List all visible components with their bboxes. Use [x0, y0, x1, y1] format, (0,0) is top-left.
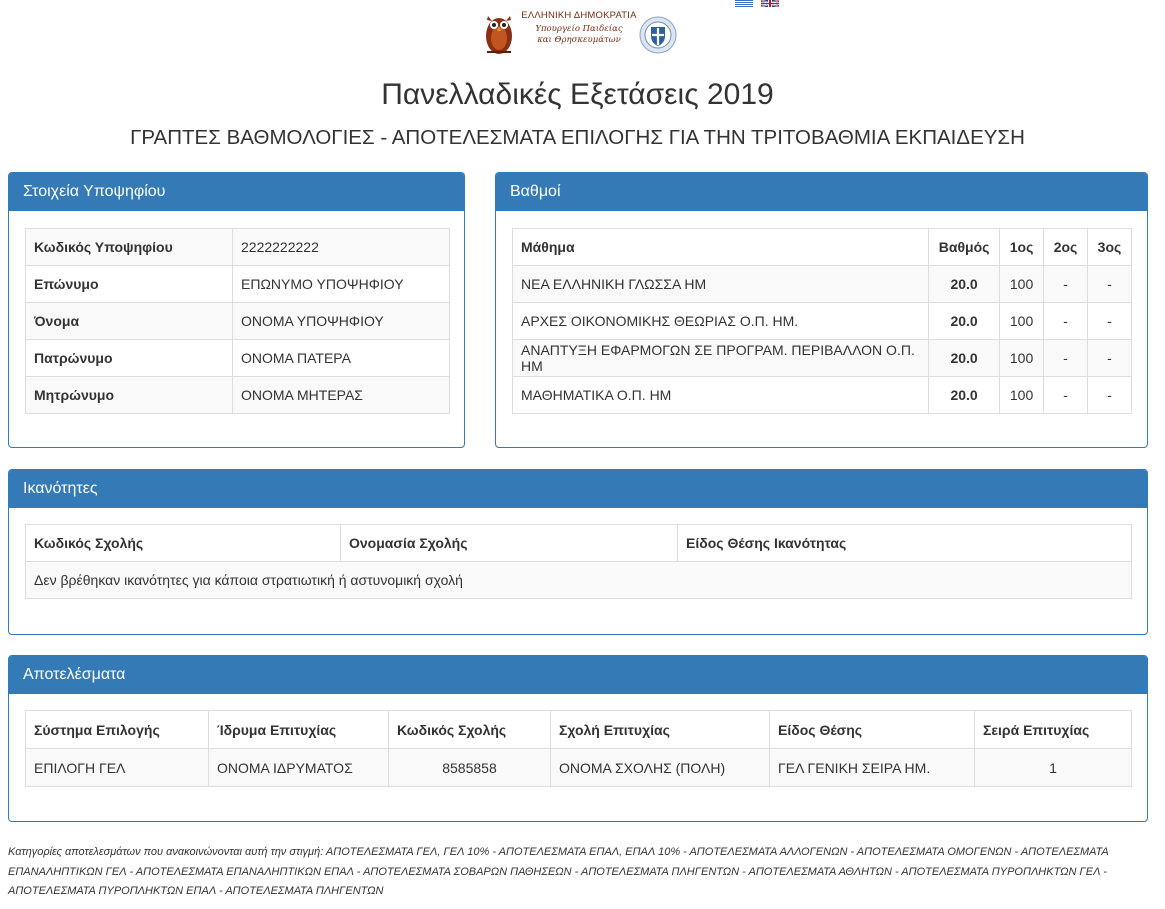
candidate-field-value: ΟΝΟΜΑ ΜΗΤΕΡΑΣ	[232, 376, 450, 414]
grade-first: 100	[999, 376, 1045, 414]
results-col-school: Σχολή Επιτυχίας	[550, 710, 770, 749]
grade-subject: ΑΝΑΠΤΥΞΗ ΕΦΑΡΜΟΓΩΝ ΣΕ ΠΡΟΓΡΑΜ. ΠΕΡΙΒΑΛΛΟ…	[511, 339, 930, 377]
greek-flag-icon[interactable]	[735, 0, 753, 7]
results-panel: Αποτελέσματα Σύστημα Επιλογής Ίδρυμα Επι…	[8, 655, 1148, 822]
candidate-field-label: Μητρώνυμο	[25, 376, 233, 414]
candidate-field-label: Κωδικός Υποψηφίου	[25, 228, 233, 266]
abilities-table: Κωδικός Σχολής Ονομασία Σχολής Είδος Θέσ…	[25, 524, 1132, 599]
results-col-system: Σύστημα Επιλογής	[25, 710, 209, 749]
logo-line-2: Υπουργείο Παιδείας	[535, 24, 623, 34]
candidate-field-value: ΕΠΩΝΥΜΟ ΥΠΟΨΗΦΙΟΥ	[232, 265, 450, 303]
result-school: ΟΝΟΜΑ ΣΧΟΛΗΣ (ΠΟΛΗ)	[550, 748, 770, 787]
candidate-row: Μητρώνυμο ΟΝΟΜΑ ΜΗΤΕΡΑΣ	[25, 376, 450, 414]
grade-value: 20.0	[928, 376, 1001, 414]
results-categories-note: Κατηγορίες αποτελεσμάτων που ανακοινώνον…	[8, 846, 1109, 897]
top-bar: ΕΛΛΗΝΙΚΗ ΔΗΜΟΚΡΑΤΙΑ Υπουργείο Παιδείας κ…	[0, 0, 1165, 60]
logo-line-1: ΕΛΛΗΝΙΚΗ ΔΗΜΟΚΡΑΤΙΑ	[521, 10, 637, 21]
candidate-row: Πατρώνυμο ΟΝΟΜΑ ΠΑΤΕΡΑ	[25, 339, 450, 377]
page-title: Πανελλαδικές Εξετάσεις 2019	[381, 78, 774, 111]
result-system: ΕΠΙΛΟΓΗ ΓΕΛ	[25, 748, 209, 787]
abilities-col-code: Κωδικός Σχολής	[25, 524, 341, 562]
grade-third: -	[1086, 265, 1133, 303]
candidate-field-label: Επώνυμο	[25, 265, 233, 303]
grade-value: 20.0	[928, 302, 1001, 340]
results-col-institution: Ίδρυμα Επιτυχίας	[208, 710, 389, 749]
grades-row: ΜΑΘΗΜΑΤΙΚΑ Ο.Π. ΗΜ 20.0 100- -	[511, 376, 1133, 414]
grade-third: -	[1086, 376, 1133, 414]
logo-line-3: και Θρησκευμάτων	[537, 35, 621, 45]
candidate-field-value: ΟΝΟΜΑ ΠΑΤΕΡΑ	[232, 339, 450, 377]
candidate-row: Όνομα ΟΝΟΜΑ ΥΠΟΨΗΦΙΟΥ	[25, 302, 450, 340]
results-col-code: Κωδικός Σχολής	[388, 710, 551, 749]
grade-first: 100	[999, 265, 1045, 303]
candidate-field-label: Πατρώνυμο	[25, 339, 233, 377]
abilities-col-name: Ονομασία Σχολής	[340, 524, 678, 562]
grades-col-2: 2ος	[1043, 228, 1088, 266]
page-subtitle: ΓΡΑΠΤΕΣ ΒΑΘΜΟΛΟΓΙΕΣ - ΑΠΟΤΕΛΕΣΜΑΤΑ ΕΠΙΛΟ…	[130, 126, 1025, 149]
owl-icon	[486, 16, 512, 54]
candidate-field-value: 2222222222	[232, 228, 450, 266]
grade-third: -	[1086, 302, 1133, 340]
results-col-position: Είδος Θέσης	[769, 710, 975, 749]
candidate-panel: Στοιχεία Υποψηφίου Κωδικός Υποψηφίου 2222…	[8, 172, 465, 448]
grade-first: 100	[999, 302, 1045, 340]
results-panel-heading: Αποτελέσματα	[9, 656, 1147, 694]
result-position-type: ΓΕΛ ΓΕΝΙΚΗ ΣΕΙΡΑ ΗΜ.	[769, 748, 975, 787]
result-institution: ΟΝΟΜΑ ΙΔΡΥΜΑΤΟΣ	[208, 748, 389, 787]
abilities-panel: Ικανότητες Κωδικός Σχολής Ονομασία Σχολή…	[8, 469, 1148, 635]
language-switcher	[735, 0, 783, 16]
ministry-logo: ΕΛΛΗΝΙΚΗ ΔΗΜΟΚΡΑΤΙΑ Υπουργείο Παιδείας κ…	[479, 6, 679, 58]
grade-subject: ΑΡΧΕΣ ΟΙΚΟΝΟΜΙΚΗΣ ΘΕΩΡΙΑΣ Ο.Π. ΗΜ.	[511, 302, 930, 340]
candidate-field-label: Όνομα	[25, 302, 233, 340]
results-table: Σύστημα Επιλογής Ίδρυμα Επιτυχίας Κωδικό…	[25, 710, 1132, 787]
grades-row: ΑΝΑΠΤΥΞΗ ΕΦΑΡΜΟΓΩΝ ΣΕ ΠΡΟΓΡΑΜ. ΠΕΡΙΒΑΛΛΟ…	[511, 339, 1133, 377]
result-school-code: 8585858	[388, 748, 551, 787]
candidate-table: Κωδικός Υποψηφίου 2222222222 Επώνυμο ΕΠΩΝΥΜ…	[25, 228, 450, 414]
results-row: ΕΠΙΛΟΓΗ ΓΕΛ ΟΝΟΜΑ ΙΔΡΥΜΑΤΟΣ 8585858 ΟΝΟΜΑ Σ…	[25, 748, 1132, 787]
grade-subject: ΜΑΘΗΜΑΤΙΚΑ Ο.Π. ΗΜ	[511, 376, 930, 414]
abilities-col-type: Είδος Θέσης Ικανότητας	[677, 524, 1132, 562]
grades-table: Μάθημα Βαθμός 1ος 2ος 3ος ΝΕΑ ΕΛΛΗΝΙΚΗ Γ…	[511, 228, 1133, 414]
grade-first: 100	[999, 339, 1045, 377]
grade-second: -	[1043, 302, 1088, 340]
grades-col-subject: Μάθημα	[511, 228, 930, 266]
candidate-field-value: ΟΝΟΜΑ ΥΠΟΨΗΦΙΟΥ	[232, 302, 450, 340]
grades-col-1: 1ος	[999, 228, 1045, 266]
grades-col-grade: Βαθμός	[928, 228, 1001, 266]
candidate-row: Κωδικός Υποψηφίου 2222222222	[25, 228, 450, 266]
grade-second: -	[1043, 376, 1088, 414]
grade-third: -	[1086, 339, 1133, 377]
grades-col-3: 3ος	[1086, 228, 1133, 266]
grades-row: ΑΡΧΕΣ ΟΙΚΟΝΟΜΙΚΗΣ ΘΕΩΡΙΑΣ Ο.Π. ΗΜ. 20.0 10…	[511, 302, 1133, 340]
result-rank: 1	[974, 748, 1132, 787]
uk-flag-icon[interactable]	[760, 0, 779, 7]
abilities-panel-heading: Ικανότητες	[9, 470, 1147, 508]
grades-panel: Βαθμοί Μάθημα Βαθμός 1ος 2ος 3ος ΝΕΑ ΕΛΛ…	[495, 172, 1148, 448]
grades-row: ΝΕΑ ΕΛΛΗΝΙΚΗ ΓΛΩΣΣΑ ΗΜ 20.0 100- -	[511, 265, 1133, 303]
candidate-row: Επώνυμο ΕΠΩΝΥΜΟ ΥΠΟΨΗΦΙΟΥ	[25, 265, 450, 303]
grade-value: 20.0	[928, 339, 1001, 377]
coat-of-arms-icon	[639, 16, 677, 54]
grade-value: 20.0	[928, 265, 1001, 303]
abilities-empty-message: Δεν βρέθηκαν ικανότητες για κάποια στρατ…	[25, 561, 1132, 599]
results-col-rank: Σειρά Επιτυχίας	[974, 710, 1132, 749]
grades-panel-heading: Βαθμοί	[496, 173, 1147, 211]
grade-subject: ΝΕΑ ΕΛΛΗΝΙΚΗ ΓΛΩΣΣΑ ΗΜ	[511, 265, 930, 303]
grade-second: -	[1043, 339, 1088, 377]
grade-second: -	[1043, 265, 1088, 303]
candidate-panel-heading: Στοιχεία Υποψηφίου	[9, 173, 464, 211]
